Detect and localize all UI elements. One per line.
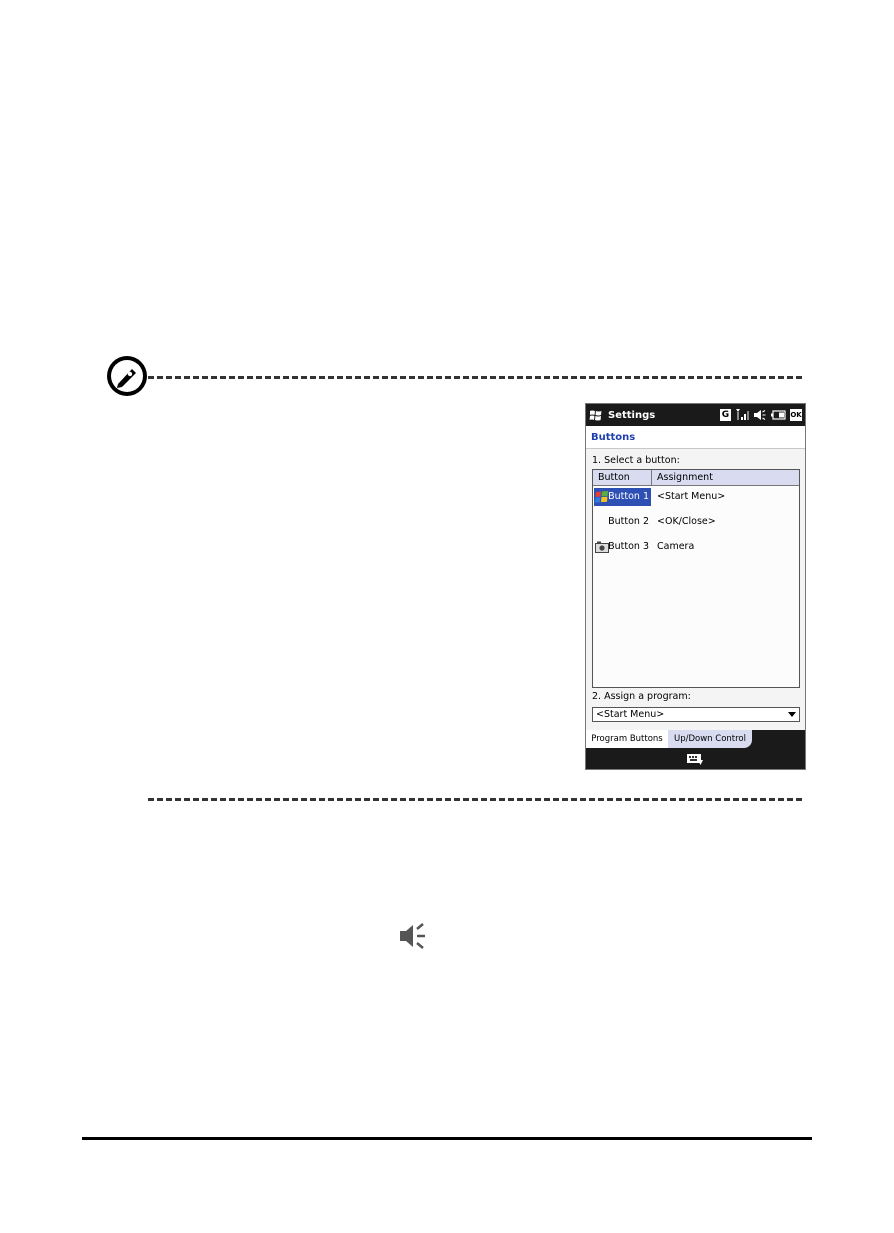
speaker-icon xyxy=(400,923,425,949)
table-row[interactable]: Button 3 Camera xyxy=(593,537,799,557)
signal-strength-icon[interactable] xyxy=(735,409,749,421)
button-label: Button 2 xyxy=(608,516,649,527)
column-header-assignment[interactable]: Assignment xyxy=(657,472,713,483)
assignment-value: <OK/Close> xyxy=(657,516,716,527)
table-header: Button Assignment xyxy=(593,470,799,486)
assignment-value: Camera xyxy=(657,541,695,552)
battery-icon[interactable] xyxy=(770,409,786,421)
select-button-label: 1. Select a button: xyxy=(592,455,680,466)
network-type-icon: G xyxy=(720,409,731,421)
window-title: Settings xyxy=(608,409,656,421)
note-top-divider xyxy=(148,376,802,379)
note-pen-icon xyxy=(107,356,147,396)
keyboard-icon[interactable] xyxy=(686,753,704,766)
program-select[interactable]: <Start Menu> xyxy=(592,707,800,722)
volume-icon[interactable] xyxy=(753,409,766,421)
tab-strip: Program Buttons Up/Down Control xyxy=(586,730,805,748)
program-select-value: <Start Menu> xyxy=(596,709,665,720)
table-row[interactable]: Button 2 <OK/Close> xyxy=(593,512,799,532)
page-title: Buttons xyxy=(591,432,636,443)
soft-key-bar xyxy=(586,748,805,769)
title-bar: Settings G OK xyxy=(586,404,805,426)
windows-flag-icon xyxy=(595,491,608,503)
assign-program-label: 2. Assign a program: xyxy=(592,691,691,702)
button-label: Button 3 xyxy=(608,541,649,552)
button-cell[interactable]: Button 3 xyxy=(594,538,651,556)
column-header-button[interactable]: Button xyxy=(598,472,630,483)
page-header: Buttons xyxy=(586,426,805,449)
ok-button[interactable]: OK xyxy=(790,409,802,421)
assignment-value: <Start Menu> xyxy=(657,491,726,502)
dropdown-arrow-icon[interactable] xyxy=(788,712,796,717)
camera-icon xyxy=(595,541,609,553)
phone-screenshot: Settings G OK Buttons 1. Select a button… xyxy=(585,403,806,770)
button-assignment-table: Button Assignment Button 1 <Start Menu> … xyxy=(592,469,800,688)
footer-rule xyxy=(82,1137,812,1140)
note-bottom-divider xyxy=(148,798,802,801)
button-label: Button 1 xyxy=(608,491,649,502)
button-cell[interactable]: Button 1 xyxy=(594,488,651,506)
tab-up-down-control[interactable]: Up/Down Control xyxy=(668,730,752,748)
table-row[interactable]: Button 1 <Start Menu> xyxy=(593,487,799,507)
tab-program-buttons[interactable]: Program Buttons xyxy=(586,730,668,748)
windows-start-icon[interactable] xyxy=(589,408,603,422)
button-cell[interactable]: Button 2 xyxy=(594,513,651,531)
